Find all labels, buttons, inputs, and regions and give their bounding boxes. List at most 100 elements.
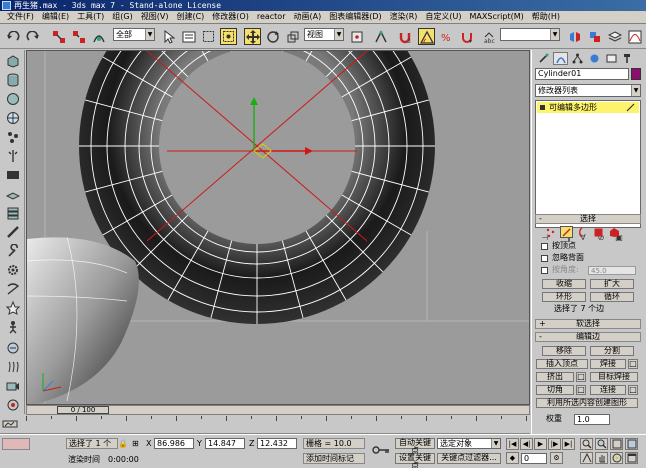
object-name-field[interactable]: Cylinder01 (535, 68, 629, 80)
split-button[interactable]: 分割 (590, 346, 634, 356)
align-button[interactable] (586, 28, 603, 45)
create-helper-button[interactable] (3, 243, 22, 259)
unlink-button[interactable] (70, 28, 87, 45)
weld-button[interactable]: 焊接 (590, 359, 626, 369)
z-coordinate-field[interactable]: 12.432 (257, 438, 297, 449)
perspective-viewport[interactable] (26, 50, 530, 405)
ignore-backfacing-row[interactable]: 忽略背面 (541, 253, 641, 263)
absolute-mode-icon[interactable]: ⊞ (132, 438, 139, 449)
create-system-button[interactable] (3, 262, 22, 278)
time-slider[interactable]: 0 / 100 (26, 405, 530, 415)
create-text-button[interactable] (3, 167, 22, 183)
selection-filter-dropdown[interactable]: 全部 ▼ (113, 28, 155, 41)
y-coordinate-field[interactable]: 14.847 (205, 438, 245, 449)
connect-settings-button[interactable]: □ (628, 385, 638, 395)
ring-button[interactable]: 环形 (542, 292, 586, 302)
motion-tab[interactable] (587, 52, 602, 65)
pivot-center-button[interactable] (348, 28, 365, 45)
menu-edit[interactable]: 编辑(E) (38, 11, 73, 23)
create-dynamics-button[interactable] (3, 340, 22, 356)
menu-animation[interactable]: 动画(A) (289, 11, 325, 23)
maximize-viewport-button[interactable] (625, 452, 638, 464)
reference-coordinate-dropdown[interactable]: 视图 ▼ (304, 28, 344, 41)
zoom-extents-button[interactable] (610, 438, 623, 450)
shrink-button[interactable]: 收缩 (542, 279, 586, 289)
create-cylinder-button[interactable] (3, 72, 22, 88)
key-mode-toggle[interactable]: ◆ (506, 452, 519, 464)
x-coordinate-field[interactable]: 86.986 (154, 438, 194, 449)
lock-selection-icon[interactable]: 🔒 (118, 438, 128, 449)
connect-button[interactable]: 连接 (590, 385, 626, 395)
create-target-button[interactable] (3, 397, 22, 413)
extrude-button[interactable]: 挤出 (536, 372, 574, 382)
by-vertex-row[interactable]: 按顶点 (541, 241, 641, 251)
select-rotate-button[interactable] (264, 28, 281, 45)
spinner-snap-button[interactable] (458, 28, 475, 45)
hierarchy-tab[interactable] (570, 52, 585, 65)
modify-tab[interactable] (553, 52, 568, 65)
add-time-tag-button[interactable]: 添加时间标记 (303, 453, 365, 464)
zoom-extents-all-button[interactable] (625, 438, 638, 450)
menu-file[interactable]: 文件(F) (3, 11, 38, 23)
layer-manager-button[interactable] (606, 28, 623, 45)
goto-start-button[interactable]: |◀ (506, 438, 519, 450)
border-level-button[interactable] (576, 226, 589, 238)
menu-maxscript[interactable]: MAXScript(M) (466, 11, 528, 23)
zoom-button[interactable] (580, 438, 593, 450)
stack-item-editable-poly[interactable]: 可编辑多边形 (537, 102, 639, 113)
create-camera-button[interactable] (3, 378, 22, 394)
select-link-button[interactable] (50, 28, 67, 45)
remove-button[interactable]: 移除 (542, 346, 586, 356)
key-mode-button[interactable] (370, 438, 392, 462)
set-key-button[interactable]: 设置关键点 (395, 453, 435, 468)
insert-vertex-button[interactable]: 插入顶点 (536, 359, 588, 369)
soft-selection-rollout-header[interactable]: + 软选择 (535, 319, 641, 329)
vertex-level-button[interactable] (544, 226, 557, 238)
pig-body-object[interactable] (27, 237, 139, 405)
mini-curve-editor-button[interactable] (2, 418, 22, 430)
redo-button[interactable] (24, 28, 41, 45)
create-particle-button[interactable] (3, 129, 22, 145)
select-move-button[interactable] (244, 28, 261, 45)
by-vertex-checkbox[interactable] (541, 242, 548, 250)
menu-create[interactable]: 创建(C) (172, 11, 208, 23)
create-shape-from-selection-button[interactable]: 利用所选内容创建图形 (536, 398, 638, 408)
time-slider-thumb[interactable]: 0 / 100 (57, 406, 109, 414)
create-hair-button[interactable] (3, 359, 22, 375)
create-shape-button[interactable] (3, 300, 22, 316)
named-selection-dropdown[interactable]: ▼ (500, 28, 560, 41)
window-crossing-button[interactable] (220, 28, 237, 45)
create-plane-button[interactable] (3, 186, 22, 202)
chamfer-settings-button[interactable]: □ (576, 385, 586, 395)
create-light-button[interactable] (3, 148, 22, 164)
utilities-tab[interactable] (621, 52, 636, 65)
current-frame-field[interactable]: 0 (521, 453, 547, 464)
selection-rollout-header[interactable]: - 选择 (535, 214, 641, 224)
select-object-button[interactable] (160, 28, 177, 45)
menu-rendering[interactable]: 渲染(R) (386, 11, 422, 23)
object-color-swatch[interactable] (631, 68, 641, 80)
trackbar[interactable] (0, 416, 530, 434)
weld-settings-button[interactable]: □ (628, 359, 638, 369)
goto-end-button[interactable]: ▶| (562, 438, 575, 450)
auto-key-button[interactable]: 自动关键点 (395, 438, 435, 455)
grow-button[interactable]: 扩大 (590, 279, 634, 289)
zoom-all-button[interactable] (595, 438, 608, 450)
maxscript-listener-mini[interactable] (2, 438, 30, 450)
create-sphere-button[interactable] (3, 91, 22, 107)
create-tab[interactable] (536, 52, 551, 65)
modifier-stack[interactable]: 可编辑多边形 (535, 100, 641, 228)
create-biped-button[interactable] (3, 319, 22, 335)
menu-modifiers[interactable]: 修改器(O) (208, 11, 253, 23)
arc-rotate-button[interactable] (610, 452, 623, 464)
edge-level-button[interactable] (560, 226, 573, 238)
edit-named-selection-button[interactable]: abc (480, 28, 497, 45)
create-spacewarp-button[interactable] (3, 281, 22, 297)
menu-views[interactable]: 视图(V) (137, 11, 173, 23)
create-stack-button[interactable] (3, 205, 22, 221)
angle-snap-button[interactable] (418, 28, 435, 45)
curve-editor-button[interactable] (626, 28, 643, 45)
key-set-dropdown[interactable]: 选定对象 ▼ (437, 438, 501, 449)
viewport-canvas[interactable] (27, 51, 530, 405)
select-manipulate-button[interactable] (372, 28, 389, 45)
